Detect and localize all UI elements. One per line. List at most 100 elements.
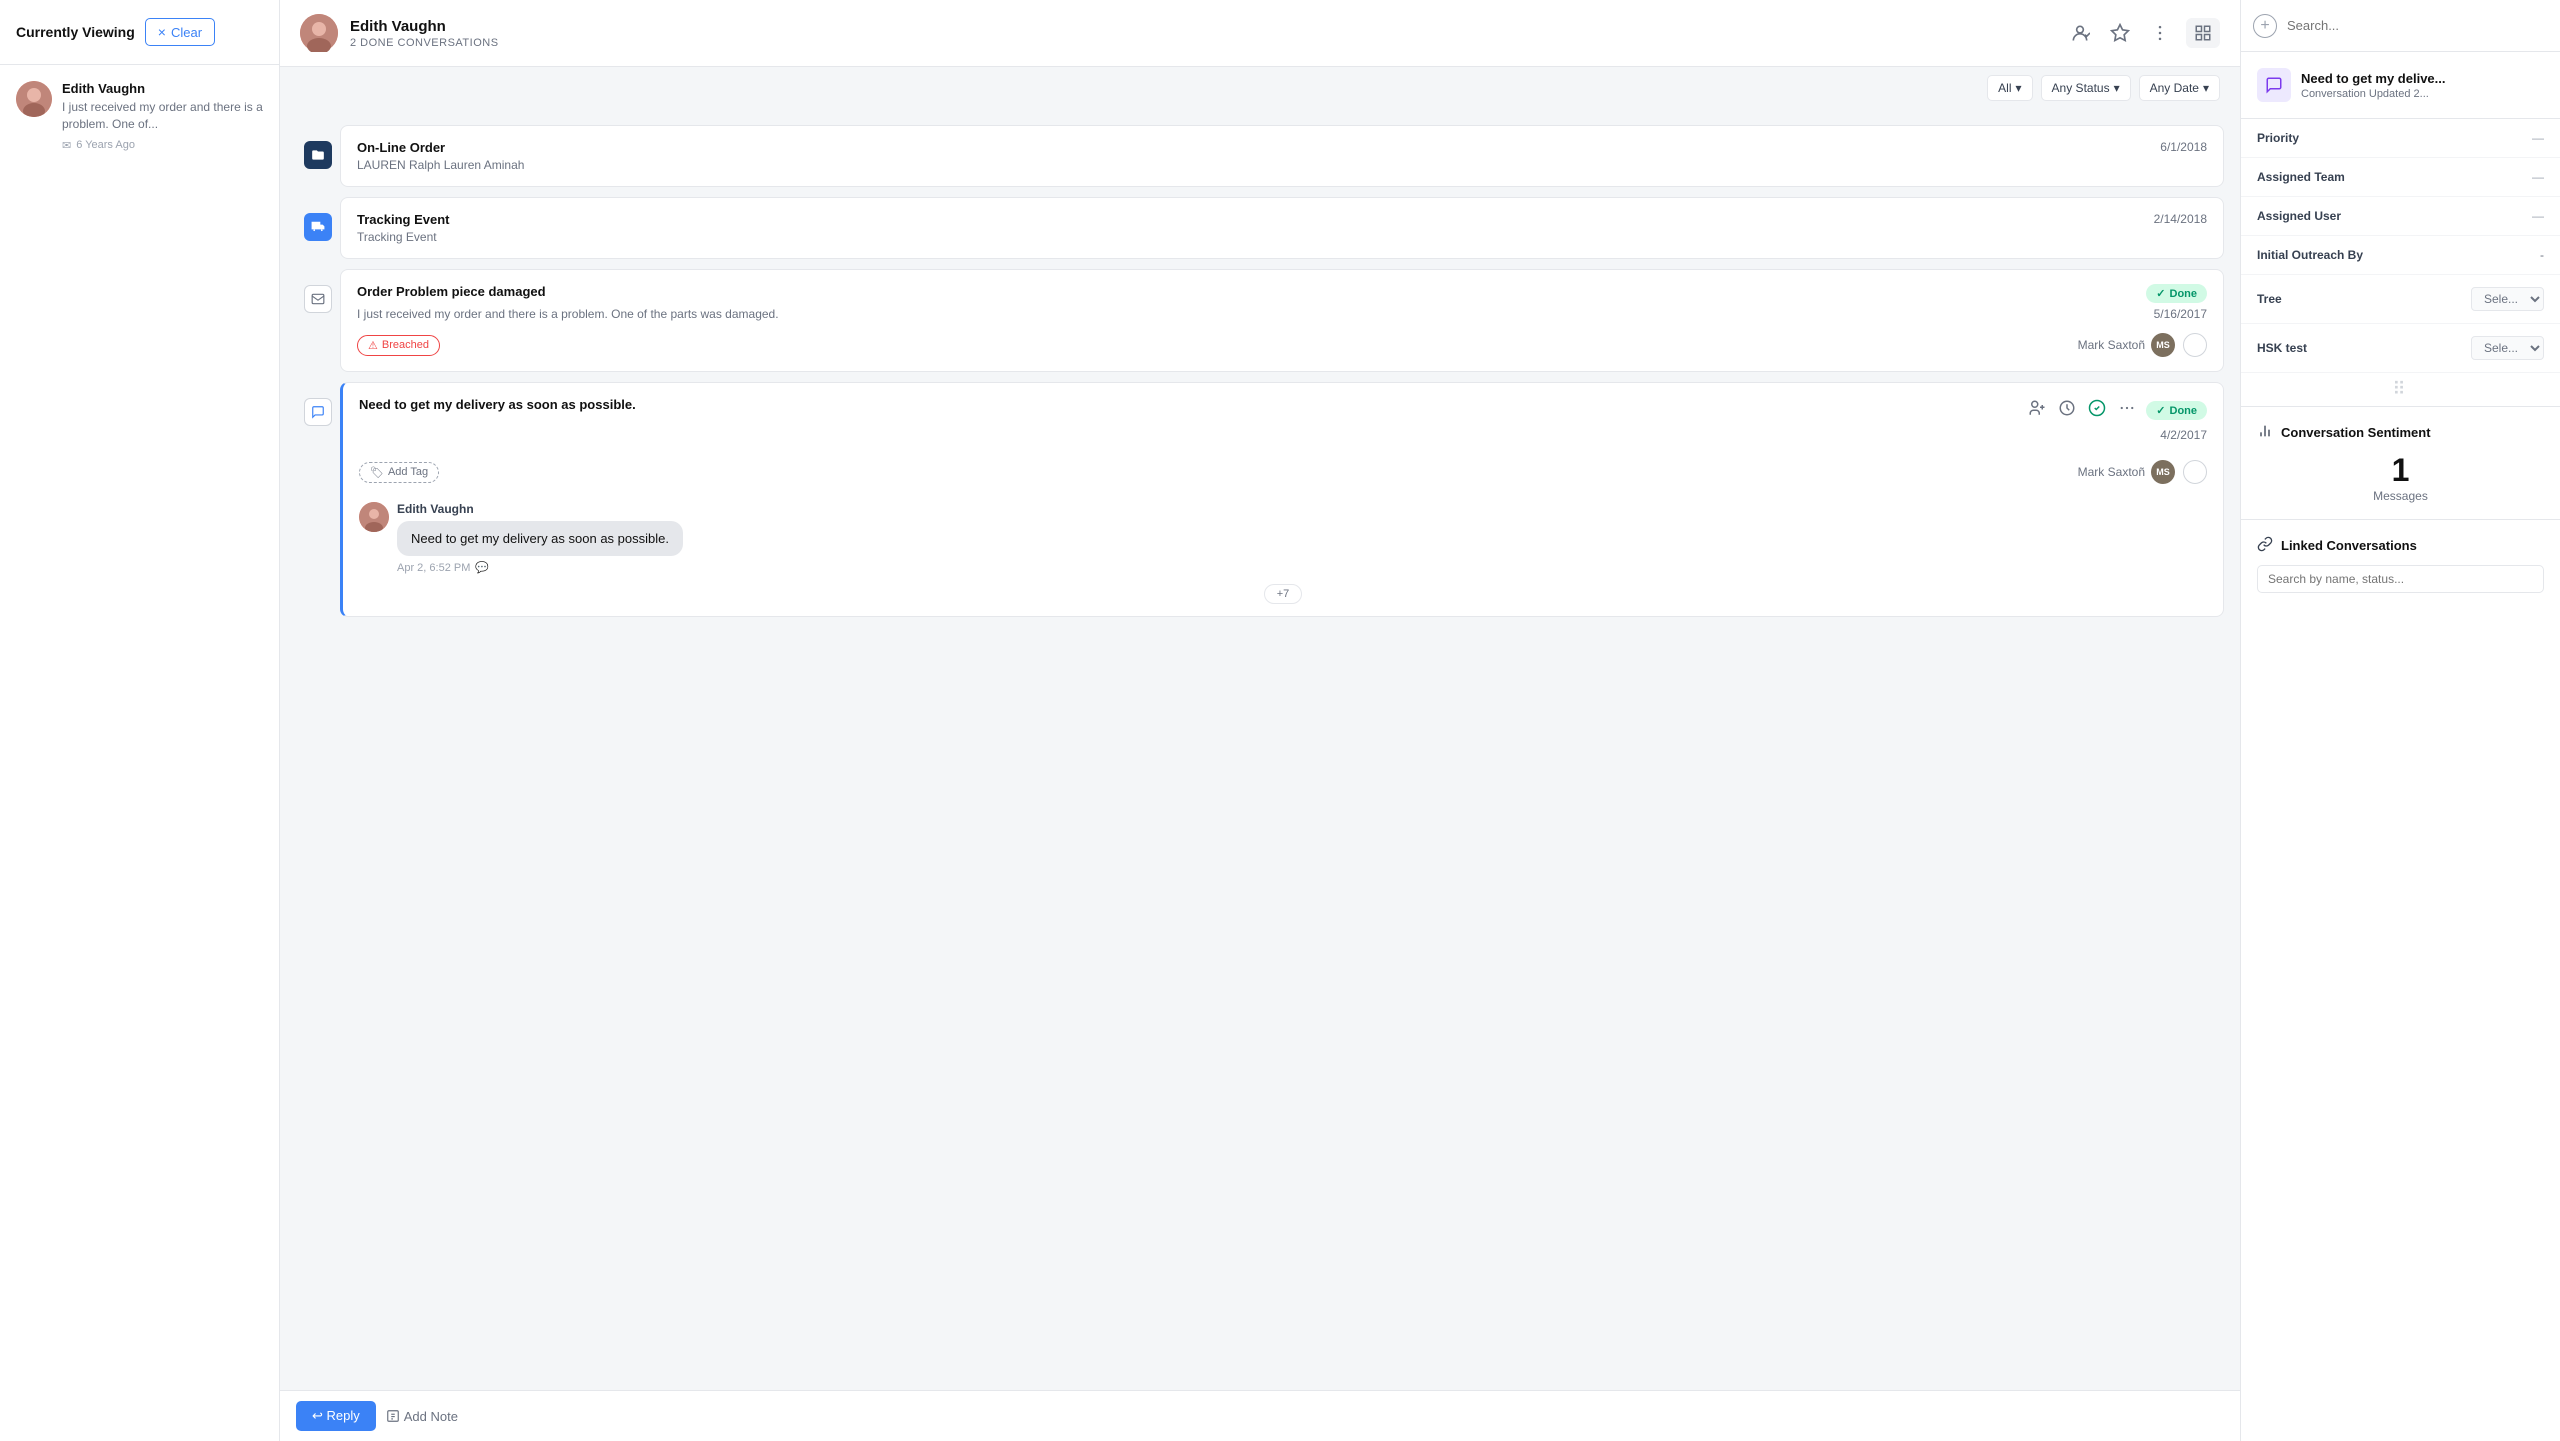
card-subtitle: LAUREN Ralph Lauren Aminah	[357, 158, 524, 172]
linked-section: Linked Conversations	[2241, 519, 2560, 609]
add-tag-button[interactable]: 🏷 Add Tag	[359, 462, 439, 483]
assigned-team-label: Assigned Team	[2257, 170, 2345, 184]
show-more-button[interactable]: +7	[1264, 584, 1303, 604]
message-sender-avatar	[359, 502, 389, 532]
assigned-user-row: Assigned User —	[2241, 197, 2560, 236]
status-filter-button[interactable]: Any Status ▾	[2041, 75, 2131, 101]
message-area: Edith Vaughn Need to get my delivery as …	[343, 494, 2223, 616]
table-row: Order Problem piece damaged I just recei…	[296, 269, 2224, 372]
chart-icon	[2257, 423, 2273, 442]
contact-header-text: Edith Vaughn 2 DONE CONVERSATIONS	[350, 18, 499, 49]
hsk-test-select[interactable]: Sele...	[2471, 336, 2544, 360]
chevron-down-icon: ▾	[2114, 81, 2120, 95]
add-participants-button[interactable]	[2026, 397, 2048, 424]
card-top: Tracking Event Tracking Event 2/14/2018	[357, 212, 2207, 244]
hsk-test-row: HSK test Sele...	[2241, 324, 2560, 373]
reply-button[interactable]: ↩ Reply	[296, 1401, 376, 1431]
right-panel-header: Need to get my delive... Conversation Up…	[2241, 52, 2560, 119]
message-bubble-row: Edith Vaughn Need to get my delivery as …	[359, 502, 2207, 574]
card-left: Order Problem piece damaged I just recei…	[357, 284, 779, 323]
clear-button[interactable]: × Clear	[145, 18, 215, 46]
conversation-card-3[interactable]: Order Problem piece damaged I just recei…	[340, 269, 2224, 372]
timeline: On-Line Order LAUREN Ralph Lauren Aminah…	[280, 125, 2240, 627]
message-time: Apr 2, 6:52 PM 💬	[397, 561, 683, 574]
contact-name: Edith Vaughn	[62, 81, 263, 96]
contact-preview: I just received my order and there is a …	[62, 99, 263, 133]
sentiment-header: Conversation Sentiment	[2257, 423, 2544, 442]
conversation-icon	[2257, 68, 2291, 102]
resolve-button[interactable]	[2086, 397, 2108, 424]
card-footer: ⚠ Breached Mark Saxtoñ MS	[357, 333, 2207, 357]
tree-row: Tree Sele...	[2241, 275, 2560, 324]
card-date: 4/2/2017	[2160, 428, 2207, 442]
timeline-icon-col	[296, 269, 340, 313]
card-actions: Mark Saxtoñ MS	[2078, 333, 2207, 357]
linked-label: Linked Conversations	[2281, 538, 2417, 553]
all-filter-button[interactable]: All ▾	[1987, 75, 2032, 101]
add-note-button[interactable]: Add Note	[386, 1409, 458, 1424]
grid-view-button[interactable]	[2186, 18, 2220, 48]
card-left: Tracking Event Tracking Event	[357, 212, 449, 244]
agent-name: Mark Saxtoñ	[2078, 338, 2145, 352]
mark-done-button[interactable]	[2183, 460, 2207, 484]
agent-name: Mark Saxtoñ	[2078, 465, 2145, 479]
timeline-icon-col	[296, 125, 340, 169]
assigned-user-value: —	[2532, 209, 2544, 223]
card-title: Need to get my delivery as soon as possi…	[359, 397, 636, 412]
assign-icon-button[interactable]	[2066, 19, 2094, 47]
right-conv-title: Need to get my delive...	[2301, 71, 2446, 86]
card-title: Order Problem piece damaged	[357, 284, 779, 299]
tree-label: Tree	[2257, 292, 2282, 306]
linked-search-input[interactable]	[2257, 565, 2544, 593]
conversation-card-2[interactable]: Tracking Event Tracking Event 2/14/2018	[340, 197, 2224, 259]
add-button[interactable]: +	[2253, 14, 2277, 38]
message-content: Edith Vaughn Need to get my delivery as …	[397, 502, 683, 574]
active-conv-header: Need to get my delivery as soon as possi…	[343, 383, 2223, 450]
card-tag-row: 🏷 Add Tag Mark Saxtoñ MS	[343, 460, 2223, 494]
card-date: 5/16/2017	[2154, 307, 2207, 321]
check-icon: ✓	[2156, 287, 2165, 300]
close-icon: ×	[158, 24, 166, 40]
star-icon-button[interactable]	[2106, 19, 2134, 47]
breached-badge: ⚠ Breached	[357, 335, 440, 356]
email-icon: ✉	[62, 139, 71, 152]
sentiment-label: Conversation Sentiment	[2281, 425, 2431, 440]
initial-outreach-value: -	[2540, 248, 2544, 262]
alert-icon: ⚠	[368, 339, 378, 352]
more-options-button[interactable]	[2146, 19, 2174, 47]
drag-handle: ⠿	[2241, 373, 2560, 406]
contact-time: ✉ 6 Years Ago	[62, 139, 263, 152]
card-right: ✓ Done 4/2/2017	[2026, 397, 2207, 442]
linked-header: Linked Conversations	[2257, 536, 2544, 555]
done-badge: ✓ Done	[2146, 401, 2207, 420]
snooze-button[interactable]	[2056, 397, 2078, 424]
card-actions-top: ✓ Done	[2026, 397, 2207, 424]
right-conv-sub: Conversation Updated 2...	[2301, 88, 2446, 100]
more-conv-options-button[interactable]	[2116, 397, 2138, 424]
assigned-user-label: Assigned User	[2257, 209, 2341, 223]
conversation-card-1[interactable]: On-Line Order LAUREN Ralph Lauren Aminah…	[340, 125, 2224, 187]
card-title: Tracking Event	[357, 212, 449, 227]
card-actions: Mark Saxtoñ MS	[2078, 460, 2207, 484]
initial-outreach-label: Initial Outreach By	[2257, 248, 2363, 262]
date-filter-button[interactable]: Any Date ▾	[2139, 75, 2220, 101]
contact-info: Edith Vaughn I just received my order an…	[62, 81, 263, 152]
initial-outreach-row: Initial Outreach By -	[2241, 236, 2560, 275]
header-actions	[2066, 18, 2220, 48]
mark-done-button[interactable]	[2183, 333, 2207, 357]
search-input[interactable]	[2287, 18, 2548, 33]
card-top: On-Line Order LAUREN Ralph Lauren Aminah…	[357, 140, 2207, 172]
card-left: On-Line Order LAUREN Ralph Lauren Aminah	[357, 140, 524, 172]
conversation-card-4[interactable]: Need to get my delivery as soon as possi…	[340, 382, 2224, 617]
priority-value: —	[2532, 131, 2544, 145]
conversations-area: On-Line Order LAUREN Ralph Lauren Aminah…	[280, 113, 2240, 1390]
card-title-area: Need to get my delivery as soon as possi…	[359, 397, 636, 412]
assigned-team-value: —	[2532, 170, 2544, 184]
sidebar-contact-item[interactable]: Edith Vaughn I just received my order an…	[0, 65, 279, 168]
right-conv-text: Need to get my delive... Conversation Up…	[2301, 71, 2446, 100]
chevron-down-icon: ▾	[2203, 81, 2209, 95]
search-bar-area: +	[2241, 0, 2560, 52]
right-panel: + Need to get my delive... Conversation …	[2240, 0, 2560, 1441]
tree-select[interactable]: Sele...	[2471, 287, 2544, 311]
filter-bar: All ▾ Any Status ▾ Any Date ▾	[280, 67, 2240, 113]
